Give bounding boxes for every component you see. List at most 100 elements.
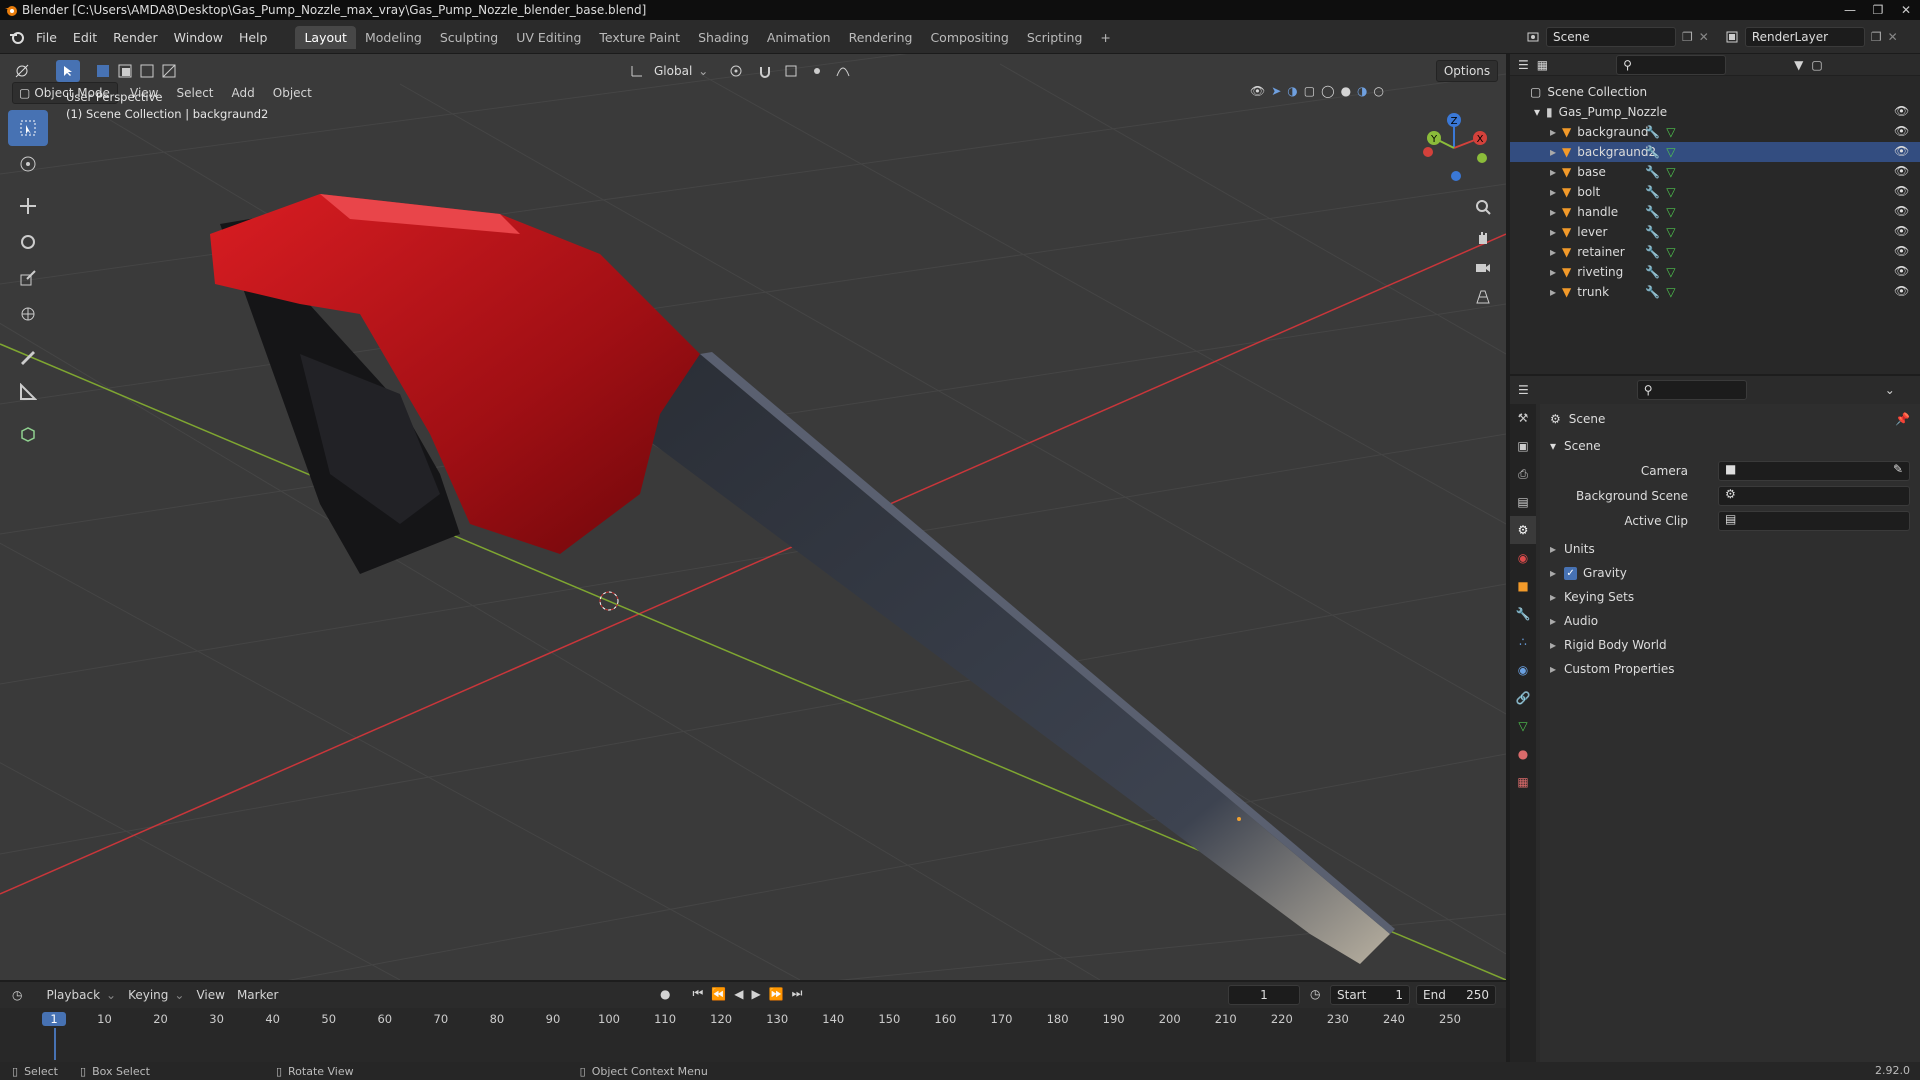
add-cube-tool[interactable] <box>8 416 48 452</box>
view-layer-icon[interactable] <box>1719 30 1745 44</box>
blender-menu-icon[interactable] <box>6 29 28 45</box>
outliner-object-row[interactable]: ▸ ▼ lever 🔧 ▽ 👁 <box>1510 222 1920 242</box>
menu-window[interactable]: Window <box>166 30 231 45</box>
mesh-data-icon[interactable]: ▽ <box>1666 205 1675 219</box>
scene-collection-row[interactable]: ▢ Scene Collection <box>1510 82 1920 102</box>
end-frame-field[interactable]: End 250 <box>1416 985 1496 1005</box>
modifier-tab-icon[interactable]: 🔧 <box>1510 600 1536 628</box>
eye-icon[interactable]: 👁 <box>1894 204 1910 220</box>
select-tool-icon[interactable] <box>56 60 80 82</box>
modifier-icon[interactable]: 🔧 <box>1645 205 1660 219</box>
move-tool[interactable] <box>8 188 48 224</box>
properties-editor-icon[interactable]: ☰ <box>1518 383 1529 397</box>
perspective-toggle-icon[interactable] <box>1468 282 1498 312</box>
tab-shading[interactable]: Shading <box>689 26 758 49</box>
display-mode-icon[interactable]: ▦ <box>1537 58 1548 72</box>
modifier-icon[interactable]: 🔧 <box>1645 245 1660 259</box>
menu-keying[interactable]: Keying <box>128 988 168 1002</box>
rotate-tool[interactable] <box>8 224 48 260</box>
pan-hand-icon[interactable] <box>1468 222 1498 252</box>
new-collection-icon[interactable]: ▢ <box>1811 58 1822 72</box>
play-reverse-icon[interactable]: ◀ <box>734 987 743 1001</box>
eye-icon[interactable]: 👁 <box>1894 104 1910 120</box>
xray-icon[interactable]: ▢ <box>1304 84 1315 98</box>
mesh-data-icon[interactable]: ▽ <box>1666 225 1675 239</box>
collection-row[interactable]: ▾ ▮ Gas_Pump_Nozzle 👁 <box>1510 102 1920 122</box>
navigation-gizmo[interactable]: Z X Y <box>1414 108 1494 188</box>
mesh-data-icon[interactable]: ▽ <box>1666 145 1675 159</box>
menu-file[interactable]: File <box>28 30 65 45</box>
timeline-editor-icon[interactable]: ◷ <box>12 988 22 1002</box>
mesh-data-icon[interactable]: ▽ <box>1666 245 1675 259</box>
options-dropdown[interactable]: Options <box>1436 60 1498 82</box>
menu-help[interactable]: Help <box>231 30 276 45</box>
tab-texture-paint[interactable]: Texture Paint <box>590 26 689 49</box>
outliner-object-row[interactable]: ▸ ▼ retainer 🔧 ▽ 👁 <box>1510 242 1920 262</box>
play-icon[interactable]: ▶ <box>751 987 760 1001</box>
outliner-object-row[interactable]: ▸ ▼ riveting 🔧 ▽ 👁 <box>1510 262 1920 282</box>
pin-icon[interactable]: 📌 <box>1895 412 1910 426</box>
view-layer-selector[interactable]: RenderLayer <box>1744 27 1865 47</box>
delete-view-layer-icon[interactable]: ✕ <box>1888 30 1898 44</box>
tab-scripting[interactable]: Scripting <box>1018 26 1092 49</box>
snap-target-icon[interactable] <box>780 64 802 78</box>
minimize-icon[interactable]: — <box>1836 0 1864 20</box>
object-tab-icon[interactable]: ■ <box>1510 572 1536 600</box>
modifier-icon[interactable]: 🔧 <box>1645 145 1660 159</box>
menu-render[interactable]: Render <box>105 30 166 45</box>
expand-arrow-icon[interactable]: ▸ <box>1550 145 1556 159</box>
physics-tab-icon[interactable]: ◉ <box>1510 656 1536 684</box>
eye-icon[interactable]: 👁 <box>1894 144 1910 160</box>
add-workspace-icon[interactable]: + <box>1091 26 1119 49</box>
expand-arrow-icon[interactable]: ▸ <box>1550 285 1556 299</box>
annotate-tool[interactable] <box>8 338 48 374</box>
material-tab-icon[interactable]: ● <box>1510 740 1536 768</box>
measure-tool[interactable] <box>8 374 48 410</box>
subpanel-header[interactable]: ▸ ✓ Gravity <box>1540 561 1920 585</box>
tab-rendering[interactable]: Rendering <box>840 26 922 49</box>
frame-ruler[interactable]: 1 10 20 30 40 50 60 70 80 90 100 110 120 130 140 150 160… <box>0 1008 1506 1062</box>
expand-arrow-icon[interactable]: ▸ <box>1550 225 1556 239</box>
eye-icon[interactable]: 👁 <box>1894 164 1910 180</box>
tool-tab-icon[interactable]: ⚒ <box>1510 404 1536 432</box>
camera-field[interactable]: ■ ✎ <box>1718 460 1910 481</box>
nozzle-spout[interactable] <box>640 354 1390 964</box>
gravity-checkbox[interactable]: ✓ <box>1564 566 1578 580</box>
menu-object[interactable]: Object <box>267 86 318 100</box>
editor-type-icon[interactable] <box>8 63 36 79</box>
expand-arrow-icon[interactable]: ▸ <box>1550 245 1556 259</box>
particles-tab-icon[interactable]: ∴ <box>1510 628 1536 656</box>
scene-selector[interactable]: Scene <box>1546 27 1676 47</box>
viewport-canvas[interactable] <box>0 54 1506 980</box>
subpanel-header[interactable]: ▸ Keying Sets <box>1540 585 1920 609</box>
expand-arrow-icon[interactable]: ▸ <box>1550 185 1556 199</box>
filter-icon[interactable]: ▼ <box>1794 58 1803 72</box>
outliner-editor-icon[interactable]: ☰ <box>1518 58 1529 72</box>
world-tab-icon[interactable]: ◉ <box>1510 544 1536 572</box>
outliner-object-row[interactable]: ▸ ▼ backgraund2 🔧 ▽ 👁 <box>1510 142 1920 162</box>
cursor-tool[interactable] <box>8 146 48 182</box>
eyedropper-icon[interactable]: ✎ <box>1893 462 1903 476</box>
eye-icon[interactable]: 👁 <box>1894 184 1910 200</box>
menu-playback[interactable]: Playback <box>46 988 100 1002</box>
outliner-object-row[interactable]: ▸ ▼ bolt 🔧 ▽ 👁 <box>1510 182 1920 202</box>
eye-icon[interactable]: 👁 <box>1894 284 1910 300</box>
outliner-object-row[interactable]: ▸ ▼ backgraund 🔧 ▽ 👁 <box>1510 122 1920 142</box>
outliner-object-row[interactable]: ▸ ▼ trunk 🔧 ▽ 👁 <box>1510 282 1920 302</box>
active-clip-field[interactable]: ▤ <box>1718 510 1910 531</box>
eye-icon[interactable]: 👁 <box>1894 224 1910 240</box>
delete-scene-icon[interactable]: ✕ <box>1699 30 1709 44</box>
scale-tool[interactable] <box>8 260 48 296</box>
record-icon[interactable]: ● <box>660 987 670 1001</box>
modifier-icon[interactable]: 🔧 <box>1645 225 1660 239</box>
select-box-tool[interactable] <box>8 110 48 146</box>
eye-icon[interactable]: 👁 <box>1894 124 1910 140</box>
start-frame-field[interactable]: Start 1 <box>1330 985 1410 1005</box>
modifier-icon[interactable]: 🔧 <box>1645 125 1660 139</box>
properties-options-icon[interactable]: ⌄ <box>1885 383 1895 397</box>
tab-uv-editing[interactable]: UV Editing <box>507 26 590 49</box>
modifier-icon[interactable]: 🔧 <box>1645 185 1660 199</box>
tab-animation[interactable]: Animation <box>758 26 840 49</box>
outliner-object-row[interactable]: ▸ ▼ base 🔧 ▽ 👁 <box>1510 162 1920 182</box>
rendered-shading-icon[interactable]: ○ <box>1374 84 1384 98</box>
